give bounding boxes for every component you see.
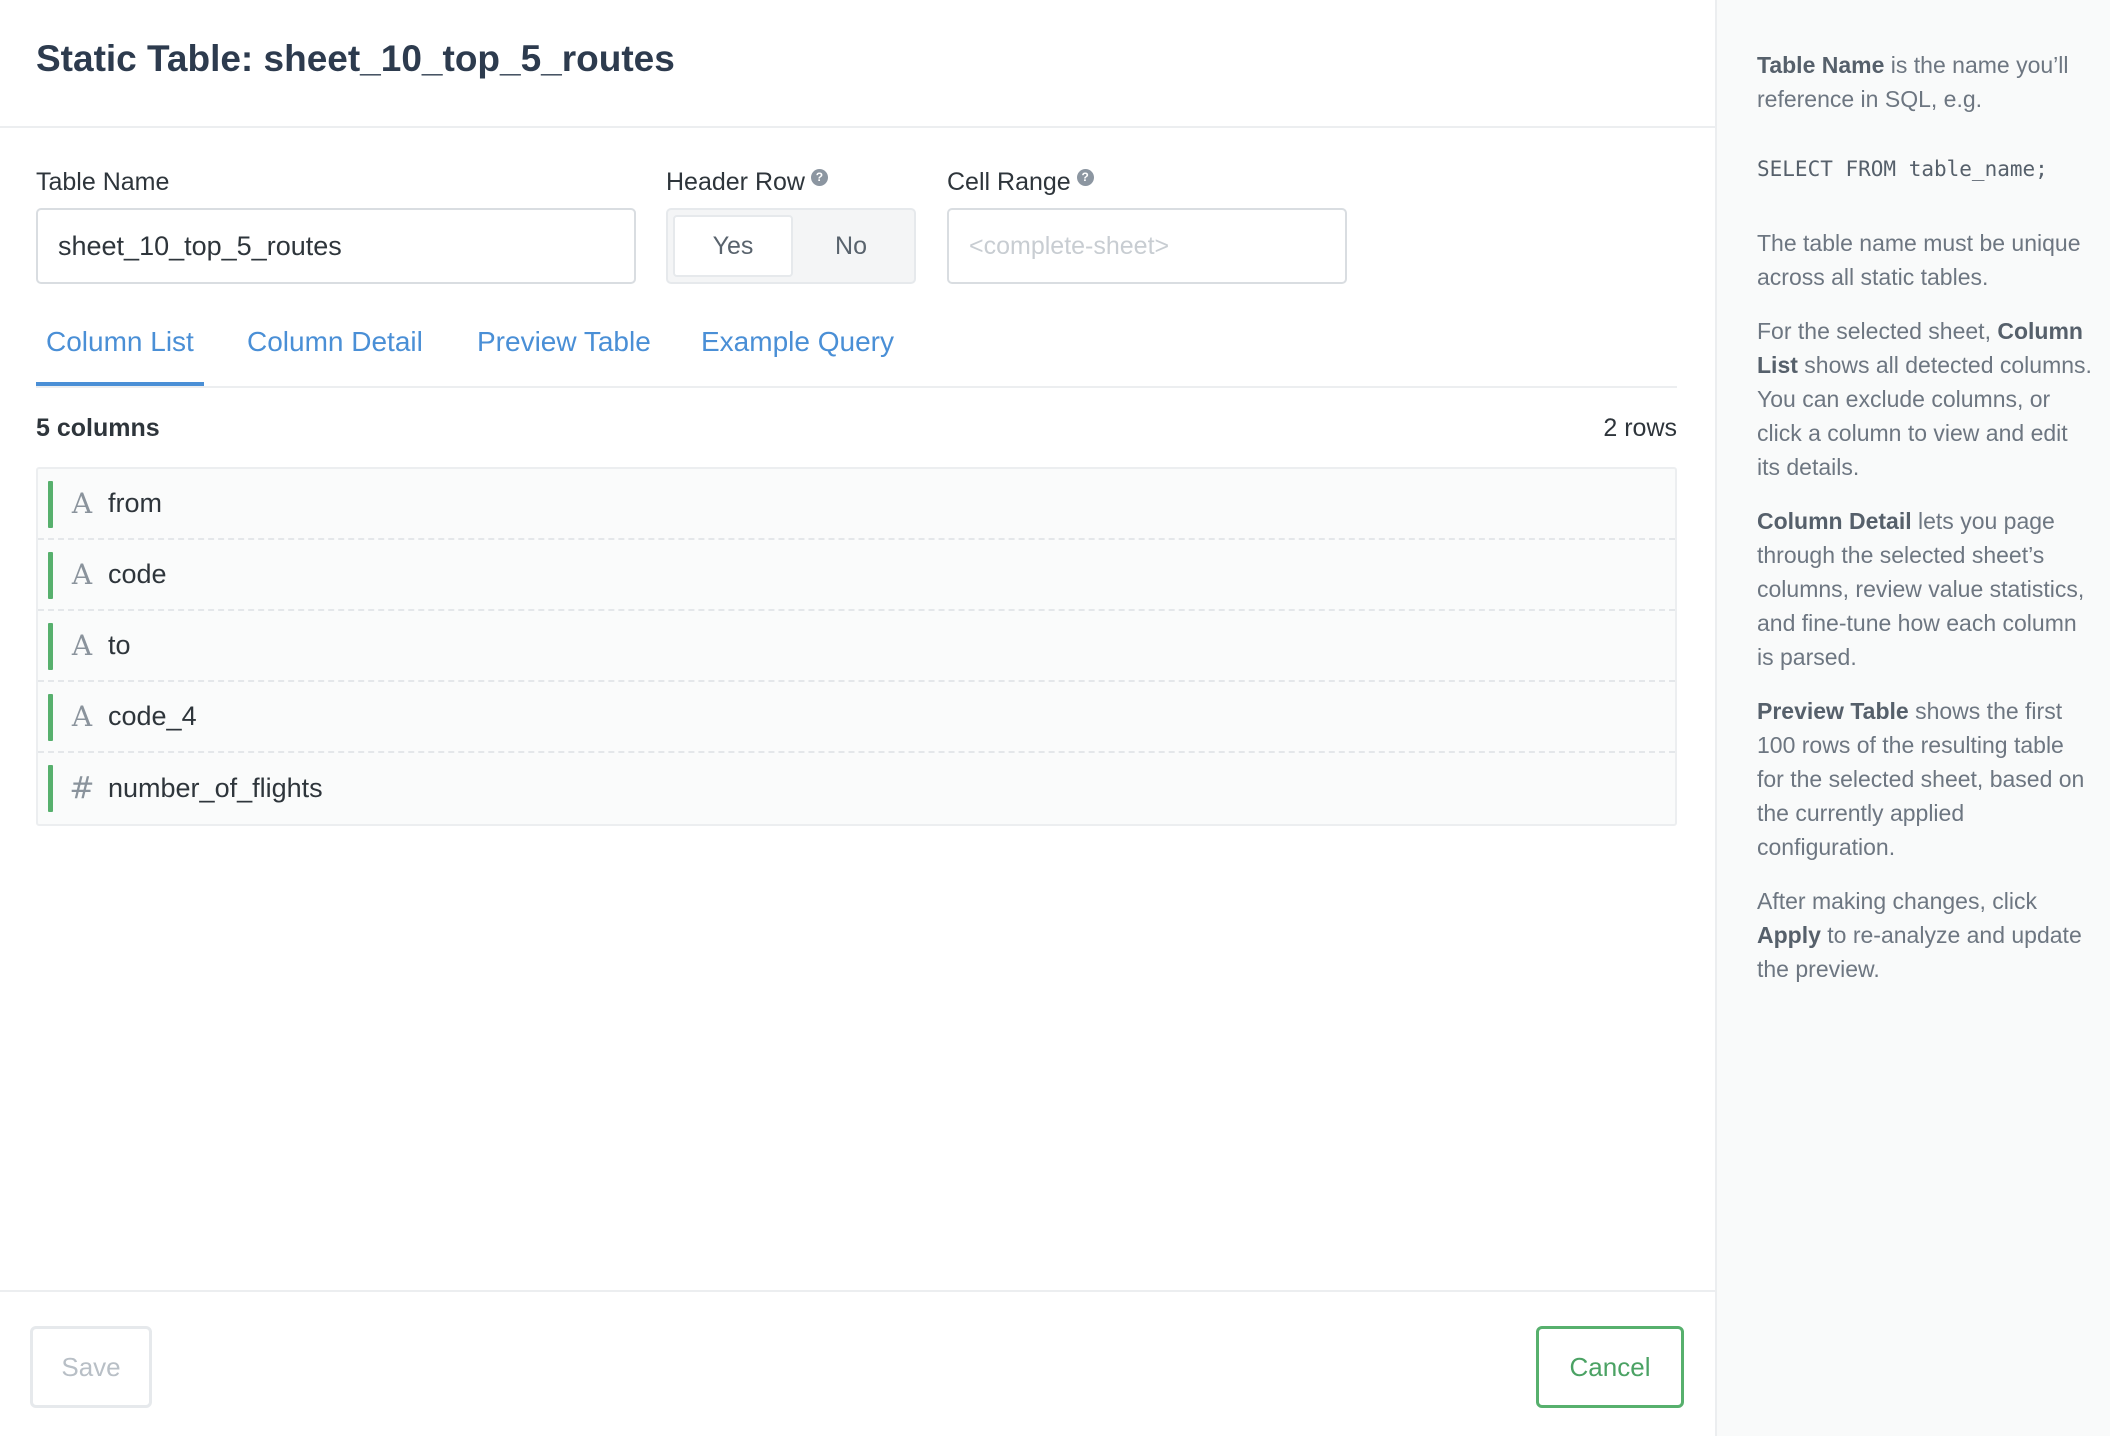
- text-type-icon: A: [71, 700, 93, 733]
- help-text: After making changes, click: [1757, 888, 2037, 914]
- included-indicator: [48, 694, 53, 741]
- table-name-label: Table Name: [36, 168, 169, 197]
- included-indicator: [48, 765, 53, 812]
- column-row-number-of-flights[interactable]: # number_of_flights: [38, 753, 1675, 824]
- column-count: 5 columns: [36, 414, 160, 442]
- tab-bar: Column List Column Detail Preview Table …: [36, 320, 1677, 388]
- column-name: to: [108, 630, 131, 660]
- column-name: number_of_flights: [108, 773, 323, 803]
- help-term: Apply: [1757, 922, 1821, 948]
- help-sidebar: Table Name is the name you’ll reference …: [1715, 0, 2110, 1436]
- help-text: shows all detected columns. You can excl…: [1757, 352, 2092, 480]
- header-row-yes-option[interactable]: Yes: [673, 215, 793, 277]
- column-list: A from A code A to A code_4 # number_of_…: [36, 467, 1677, 826]
- help-term: Column Detail: [1757, 508, 1912, 534]
- header-row-label-text: Header Row: [666, 168, 805, 196]
- included-indicator: [48, 481, 53, 528]
- header-row-label: Header Row ?: [666, 168, 828, 197]
- modal-footer: Save Cancel: [0, 1290, 1715, 1436]
- tab-column-list[interactable]: Column List: [36, 326, 204, 386]
- cell-range-label-text: Cell Range: [947, 168, 1071, 196]
- help-icon[interactable]: ?: [810, 169, 828, 186]
- help-paragraph-unique: The table name must be unique across all…: [1757, 230, 2081, 290]
- editor-main: Static Table: sheet_10_top_5_routes Tabl…: [0, 0, 1715, 1436]
- included-indicator: [48, 623, 53, 670]
- table-name-label-text: Table Name: [36, 168, 170, 196]
- column-name: from: [108, 488, 162, 518]
- static-table-editor: Static Table: sheet_10_top_5_routes Tabl…: [0, 0, 2110, 1436]
- save-button[interactable]: Save: [30, 1326, 152, 1408]
- tab-example-query[interactable]: Example Query: [691, 326, 904, 386]
- tab-column-detail[interactable]: Column Detail: [237, 326, 433, 386]
- modal-header: Static Table: sheet_10_top_5_routes: [0, 0, 1715, 128]
- column-name: code_4: [108, 701, 197, 731]
- help-icon[interactable]: ?: [1076, 169, 1094, 186]
- text-type-icon: A: [71, 558, 93, 591]
- sql-example: SELECT FROM table_name;: [1757, 157, 2048, 181]
- help-text: For the selected sheet,: [1757, 318, 1998, 344]
- header-row-toggle: Yes No: [666, 208, 916, 284]
- help-content: Table Name is the name you’ll reference …: [1757, 48, 2097, 1006]
- number-type-icon: #: [69, 771, 95, 806]
- help-paragraph-column-list: For the selected sheet, Column List show…: [1757, 314, 2097, 484]
- included-indicator: [48, 552, 53, 599]
- cell-range-input[interactable]: [947, 208, 1347, 284]
- text-type-icon: A: [71, 487, 93, 520]
- tab-preview-table[interactable]: Preview Table: [467, 326, 661, 386]
- help-paragraph-table-name: Table Name is the name you’ll reference …: [1757, 48, 2097, 116]
- column-row-code-4[interactable]: A code_4: [38, 682, 1675, 753]
- help-term: Preview Table: [1757, 698, 1909, 724]
- header-row-no-option[interactable]: No: [793, 215, 909, 277]
- column-name: code: [108, 559, 167, 589]
- column-row-from[interactable]: A from: [38, 469, 1675, 540]
- page-title: Static Table: sheet_10_top_5_routes: [36, 38, 675, 79]
- column-row-code[interactable]: A code: [38, 540, 1675, 611]
- help-paragraph-column-detail: Column Detail lets you page through the …: [1757, 504, 2097, 674]
- help-term: Table Name: [1757, 52, 1885, 78]
- text-type-icon: A: [71, 629, 93, 662]
- row-count: 2 rows: [1603, 414, 1677, 442]
- help-paragraph-apply: After making changes, click Apply to re-…: [1757, 884, 2097, 986]
- help-paragraph-preview-table: Preview Table shows the first 100 rows o…: [1757, 694, 2097, 864]
- column-row-to[interactable]: A to: [38, 611, 1675, 682]
- table-name-input[interactable]: [36, 208, 636, 284]
- cancel-button[interactable]: Cancel: [1536, 1326, 1684, 1408]
- cell-range-label: Cell Range ?: [947, 168, 1094, 197]
